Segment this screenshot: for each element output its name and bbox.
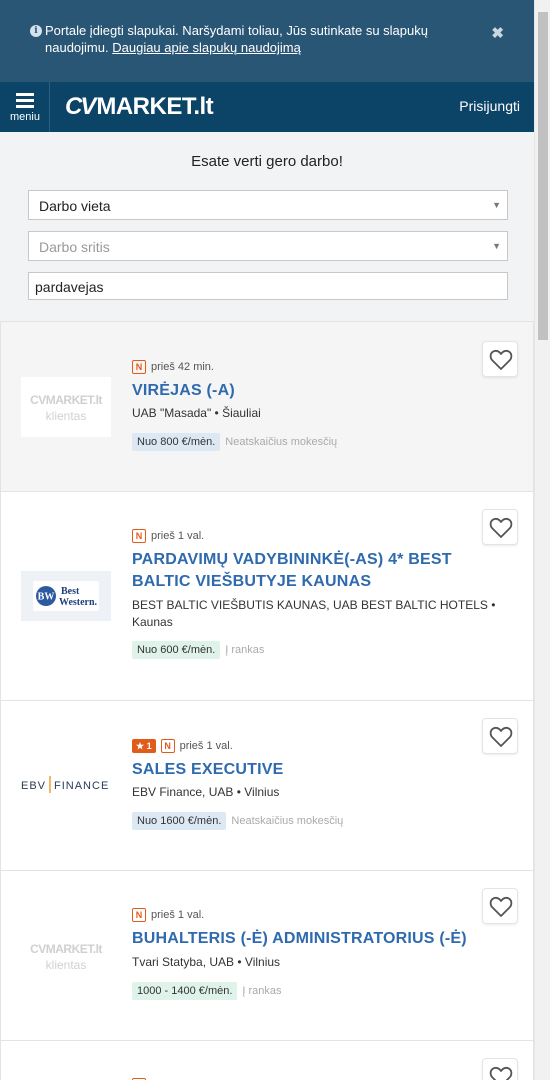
- page-scrollbar[interactable]: [534, 0, 550, 1080]
- cvmarket-logo[interactable]: CVMARKET.lt: [65, 93, 214, 120]
- job-title[interactable]: SALES EXECUTIVE: [132, 759, 508, 781]
- job-card[interactable]: N: [0, 1040, 534, 1080]
- placeholder-logo-brand: CVMARKET.lt: [30, 393, 102, 407]
- new-badge: N: [160, 739, 175, 753]
- job-time: prieš 1 val.: [151, 530, 205, 542]
- salary-note: Neatskaičius mokesčių: [231, 815, 344, 827]
- job-time: prieš 1 val.: [151, 909, 205, 921]
- job-meta: ★ 1 Nprieš 1 val.: [132, 739, 233, 753]
- new-badge: N: [132, 529, 146, 543]
- salary-badge: 1000 - 1400 €/mėn.: [132, 982, 238, 1000]
- job-company: BEST BALTIC VIEŠBUTIS KAUNAS, UAB BEST B…: [132, 598, 496, 629]
- keyword-input-value: pardavejas: [35, 279, 104, 295]
- job-salary-row: Nuo 1600 €/mėn. Neatskaičius mokesčių: [132, 812, 343, 830]
- star-badge: ★ 1: [132, 739, 156, 753]
- job-title[interactable]: BUHALTERIS (-Ė) ADMINISTRATORIUS (-Ė): [132, 928, 508, 950]
- hamburger-icon: [16, 93, 34, 108]
- best-western-logo: BW Best Western.: [21, 571, 111, 621]
- close-icon[interactable]: ✖: [491, 25, 504, 42]
- company-logo-placeholder: CVMARKET.lt klientas: [21, 377, 111, 437]
- job-title[interactable]: VIRĖJAS (-A): [132, 380, 508, 402]
- info-icon: i: [30, 25, 42, 37]
- heart-icon: [489, 517, 513, 538]
- salary-badge: Nuo 800 €/mėn.: [132, 433, 221, 451]
- ebv-left: EBV: [21, 780, 46, 792]
- ebv-finance-logo-graphic: EBV FINANCE: [21, 776, 109, 793]
- salary-note: Į rankas: [225, 644, 265, 656]
- heart-icon: [489, 1066, 513, 1080]
- job-list: CVMARKET.lt klientas Nprieš 42 min. VIRĖ…: [0, 321, 534, 1080]
- job-card[interactable]: BW Best Western. Nprieš 1 val. PARDAVIMŲ…: [0, 491, 534, 700]
- menu-label: meniu: [10, 111, 40, 123]
- salary-note: Į rankas: [242, 985, 282, 997]
- favorite-button[interactable]: [482, 509, 518, 545]
- heart-icon: [489, 896, 513, 917]
- salary-note: Neatskaičius mokesčių: [225, 436, 338, 448]
- job-salary-row: Nuo 600 €/mėn. Į rankas: [132, 641, 264, 659]
- bw-line1: Best: [61, 586, 80, 597]
- favorite-button[interactable]: [482, 888, 518, 924]
- search-headline: Esate verti gero darbo!: [191, 153, 343, 170]
- favorite-button[interactable]: [482, 718, 518, 754]
- placeholder-logo-brand: CVMARKET.lt: [30, 942, 102, 956]
- ebv-right: FINANCE: [54, 780, 109, 792]
- bw-initials: BW: [38, 592, 55, 603]
- job-meta: Nprieš 1 val.: [132, 529, 204, 543]
- cookie-text-wrap: Portale įdiegti slapukai. Naršydami toli…: [31, 22, 484, 56]
- job-time: prieš 42 min.: [151, 361, 214, 373]
- chevron-down-icon: ▼: [492, 200, 501, 210]
- logo-cv: CV: [65, 93, 96, 120]
- placeholder-logo-sub: klientas: [45, 958, 87, 972]
- search-panel: Esate verti gero darbo! Darbo vieta ▼ Da…: [0, 132, 534, 322]
- location-select[interactable]: Darbo vieta ▼: [28, 190, 508, 220]
- scrollbar-thumb[interactable]: [538, 12, 548, 340]
- company-logo-placeholder: CVMARKET.lt klientas: [21, 926, 111, 986]
- salary-badge: Nuo 600 €/mėn.: [132, 641, 221, 659]
- cookie-more-link[interactable]: Daugiau apie slapukų naudojimą: [112, 40, 301, 55]
- job-salary-row: 1000 - 1400 €/mėn. Į rankas: [132, 982, 282, 1000]
- heart-icon: [489, 349, 513, 370]
- cookie-banner: i Portale įdiegti slapukai. Naršydami to…: [0, 0, 534, 82]
- login-link[interactable]: Prisijungti: [459, 98, 520, 114]
- logo-text: MARKET.lt: [96, 93, 214, 120]
- new-badge: N: [132, 360, 146, 374]
- job-company: UAB "Masada" • Šiauliai: [132, 406, 261, 420]
- favorite-button[interactable]: [482, 341, 518, 377]
- job-time: prieš 1 val.: [179, 740, 233, 752]
- category-select-placeholder: Darbo sritis: [39, 239, 110, 255]
- best-western-logo-graphic: BW Best Western.: [33, 581, 99, 611]
- location-select-value: Darbo vieta: [39, 198, 111, 214]
- job-title[interactable]: PARDAVIMŲ VADYBININKĖ(-AS) 4* BEST BALTI…: [132, 549, 508, 593]
- ebv-finance-logo: EBV FINANCE: [21, 756, 111, 816]
- new-badge: N: [132, 908, 146, 922]
- keyword-input[interactable]: pardavejas: [28, 272, 508, 300]
- category-select[interactable]: Darbo sritis ▼: [28, 231, 508, 261]
- job-company: EBV Finance, UAB • Vilnius: [132, 785, 280, 799]
- top-navbar: meniu CVMARKET.lt Prisijungti: [0, 82, 534, 132]
- job-meta: Nprieš 42 min.: [132, 360, 214, 374]
- job-salary-row: Nuo 800 €/mėn. Neatskaičius mokesčių: [132, 433, 337, 451]
- job-card[interactable]: EBV FINANCE ★ 1 Nprieš 1 val. SALES EXECU…: [0, 700, 534, 870]
- job-card[interactable]: CVMARKET.lt klientas Nprieš 42 min. VIRĖ…: [0, 321, 534, 491]
- chevron-down-icon: ▼: [492, 241, 501, 251]
- job-card[interactable]: CVMARKET.lt klientas Nprieš 1 val. BUHAL…: [0, 870, 534, 1040]
- placeholder-logo-sub: klientas: [45, 409, 87, 423]
- job-meta: Nprieš 1 val.: [132, 908, 204, 922]
- bw-line2: Western.: [59, 597, 98, 608]
- menu-button[interactable]: meniu: [0, 82, 50, 132]
- heart-icon: [489, 726, 513, 747]
- favorite-button[interactable]: [482, 1058, 518, 1080]
- salary-badge: Nuo 1600 €/mėn.: [132, 812, 227, 830]
- job-company: Tvari Statyba, UAB • Vilnius: [132, 955, 281, 969]
